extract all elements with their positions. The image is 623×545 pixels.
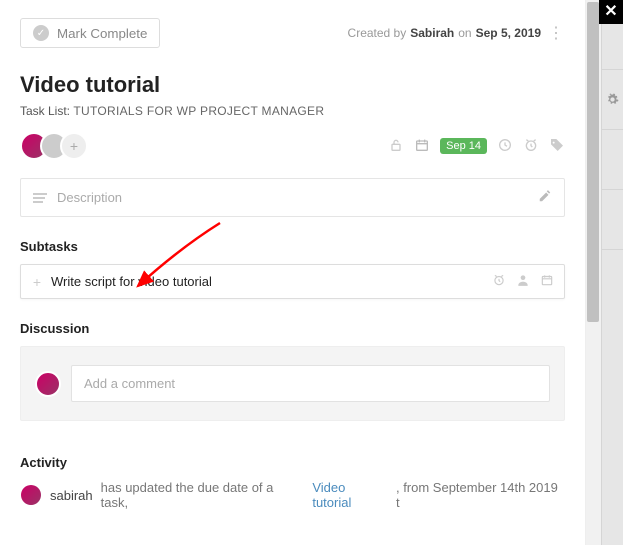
activity-heading: Activity: [20, 455, 565, 470]
pencil-icon[interactable]: [538, 189, 552, 206]
created-by-text: Created by Sabirah on Sep 5, 2019: [348, 26, 541, 40]
task-list-line: Task List: TUTORIALS FOR WP PROJECT MANA…: [20, 104, 565, 118]
description-placeholder: Description: [57, 190, 122, 205]
lock-icon[interactable]: [388, 137, 404, 156]
add-assignee-button[interactable]: +: [60, 132, 88, 160]
right-panel: [601, 0, 623, 545]
task-title: Video tutorial: [20, 72, 565, 98]
activity-user[interactable]: sabirah: [50, 488, 93, 503]
scrollbar-track[interactable]: [585, 0, 601, 545]
kebab-menu-icon[interactable]: ⋮: [547, 23, 565, 43]
discussion-panel: Add a comment: [20, 346, 565, 421]
comment-input[interactable]: Add a comment: [71, 365, 550, 402]
mark-complete-label: Mark Complete: [57, 26, 147, 41]
assignee-avatars[interactable]: +: [20, 132, 80, 160]
alarm-icon[interactable]: [492, 273, 506, 290]
panel-segment[interactable]: [602, 130, 623, 190]
activity-entry: sabirah has updated the due date of a ta…: [20, 480, 565, 510]
avatar: [35, 371, 61, 397]
calendar-icon[interactable]: [540, 273, 554, 290]
tag-icon[interactable]: [549, 137, 565, 156]
subtask-input-row[interactable]: +: [20, 264, 565, 299]
mark-complete-button[interactable]: ✓ Mark Complete: [20, 18, 160, 48]
created-date: Sep 5, 2019: [476, 26, 541, 40]
panel-segment[interactable]: [602, 190, 623, 250]
check-icon: ✓: [33, 25, 49, 41]
calendar-icon[interactable]: [414, 137, 430, 156]
close-icon[interactable]: ✕: [599, 0, 623, 24]
task-list-name[interactable]: TUTORIALS FOR WP PROJECT MANAGER: [73, 104, 324, 118]
task-detail-panel: ✓ Mark Complete Created by Sabirah on Se…: [0, 0, 585, 545]
avatar: [20, 484, 42, 506]
activity-task-link[interactable]: Video tutorial: [312, 480, 388, 510]
discussion-heading: Discussion: [20, 321, 565, 336]
clock-icon[interactable]: [497, 137, 513, 156]
panel-segment-gear[interactable]: [602, 70, 623, 130]
paragraph-icon: [33, 193, 47, 203]
scrollbar-thumb[interactable]: [587, 2, 599, 322]
subtasks-heading: Subtasks: [20, 239, 565, 254]
plus-icon: +: [31, 274, 43, 290]
creator-name: Sabirah: [410, 26, 454, 40]
description-field[interactable]: Description: [20, 178, 565, 217]
alarm-icon[interactable]: [523, 137, 539, 156]
due-date-pill[interactable]: Sep 14: [440, 138, 487, 154]
user-icon[interactable]: [516, 273, 530, 290]
subtask-input[interactable]: [51, 274, 484, 289]
gear-icon: [606, 93, 619, 106]
